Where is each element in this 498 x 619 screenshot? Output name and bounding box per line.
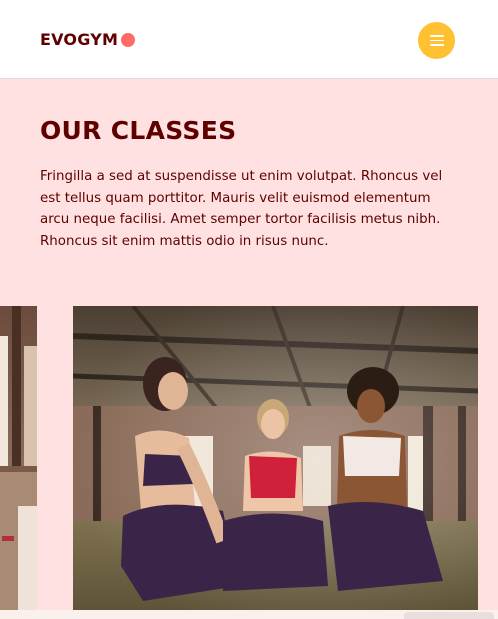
class-card-previous[interactable] <box>0 306 37 610</box>
hamburger-menu-icon <box>429 35 444 37</box>
scroll-tab <box>404 612 494 619</box>
menu-button[interactable] <box>418 22 455 59</box>
logo-dot-icon <box>121 33 136 47</box>
women-fitness-class-photo <box>73 306 478 610</box>
navbar: EVOGYM <box>0 0 498 79</box>
section-title: OUR CLASSES <box>40 116 237 145</box>
logo-text: EVOGYM <box>40 30 119 49</box>
gym-interior-photo <box>0 306 37 610</box>
class-card-featured[interactable] <box>73 306 478 610</box>
section-description: Fringilla a sed at suspendisse ut enim v… <box>40 169 443 249</box>
logo[interactable]: EVOGYM <box>40 30 136 49</box>
